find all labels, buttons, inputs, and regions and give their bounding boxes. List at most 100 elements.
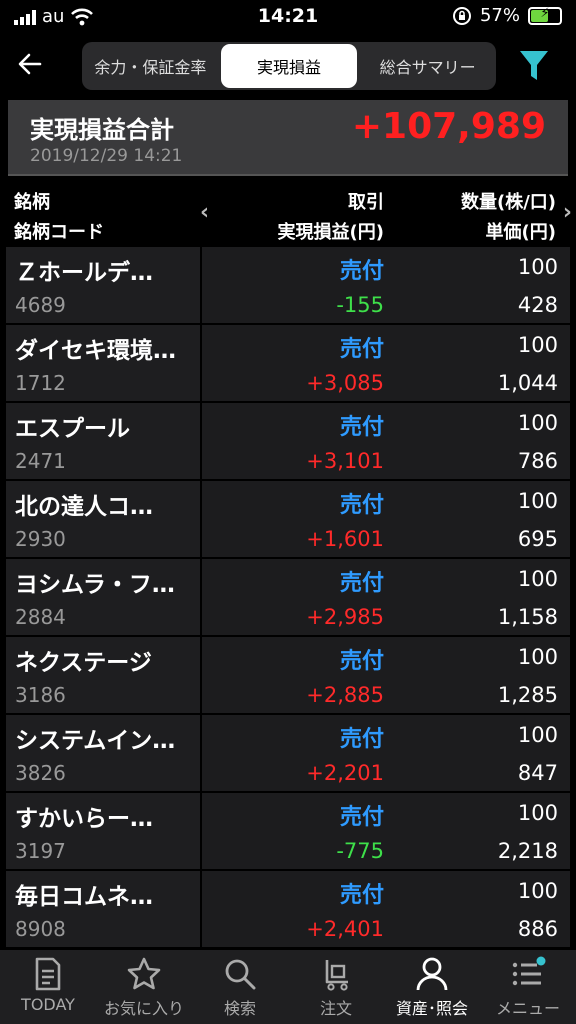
table-row[interactable]: ヨシムラ・フ… 2884 売付 +2,985 100 1,158	[6, 559, 570, 637]
quantity: 100	[517, 333, 558, 357]
status-right: 57% ⚡	[452, 5, 562, 26]
nav-label: メニュー	[495, 999, 560, 1018]
person-icon	[416, 957, 448, 991]
stock-name: ヨシムラ・フ…	[15, 572, 175, 598]
unit-price: 886	[517, 917, 558, 941]
table-row[interactable]: ダイセキ環境… 1712 売付 +3,085 100 1,044	[6, 325, 570, 403]
nav-today[interactable]: TODAY	[0, 950, 96, 1024]
col-name: 銘柄	[14, 192, 50, 213]
realized-pl: +2,401	[306, 917, 384, 941]
col-trade: 取引	[348, 192, 384, 213]
trade-side: 売付	[339, 337, 384, 362]
trade-side: 売付	[339, 805, 384, 830]
quantity: 100	[517, 645, 558, 669]
quantity: 100	[517, 879, 558, 903]
quantity: 100	[517, 489, 558, 513]
stock-name: ダイセキ環境…	[15, 338, 176, 364]
nav-label: 注文	[319, 999, 352, 1018]
bottom-nav: TODAY お気に入り 検索 注文 資産･照会 メニュー	[0, 950, 576, 1024]
table-row[interactable]: 毎日コムネ… 8908 売付 +2,401 100 886	[6, 871, 570, 949]
trade-side: 売付	[339, 415, 384, 440]
document-icon	[35, 957, 61, 991]
filter-icon	[520, 51, 548, 80]
nav-label: お気に入り	[103, 999, 184, 1018]
stock-code: 1712	[15, 371, 66, 395]
back-arrow-icon	[18, 53, 42, 75]
chevron-right-icon[interactable]: ›	[563, 200, 572, 225]
table-row[interactable]: すかいらー… 3197 売付 -775 100 2,218	[6, 793, 570, 871]
summary-panel: 実現損益合計 2019/12/29 14:21 +107,989	[8, 100, 568, 176]
stock-code: 2930	[15, 527, 66, 551]
unit-price: 1,158	[497, 605, 558, 629]
tab-realized-pl[interactable]: 実現損益	[220, 44, 358, 88]
table-row[interactable]: 北の達人コ… 2930 売付 +1,601 100 695	[6, 481, 570, 559]
stock-code: 3826	[15, 761, 66, 785]
star-icon	[127, 957, 161, 990]
nav-favorites[interactable]: お気に入り	[96, 950, 192, 1024]
header: 余力・保証金率 実現損益 総合サマリー	[0, 38, 576, 94]
stock-code: 2884	[15, 605, 66, 629]
pl-table: Ｚホールデ… 4689 売付 -155 100 428 ダイセキ環境… 1712…	[6, 247, 570, 949]
trade-side: 売付	[339, 571, 384, 596]
stock-code: 2471	[15, 449, 66, 473]
battery-percent: 57%	[479, 5, 520, 26]
quantity: 100	[517, 255, 558, 279]
unit-price: 428	[517, 293, 558, 317]
stock-name: エスプール	[15, 416, 130, 442]
rotation-lock-icon	[452, 6, 471, 25]
menu-icon	[512, 956, 546, 986]
nav-label: TODAY	[21, 995, 75, 1014]
quantity: 100	[517, 801, 558, 825]
trade-side: 売付	[339, 259, 384, 284]
stock-code: 3197	[15, 839, 66, 863]
col-price: 単価(円)	[485, 222, 556, 243]
col-pl: 実現損益(円)	[277, 222, 384, 243]
nav-label: 検索	[223, 999, 256, 1018]
stock-code: 3186	[15, 683, 66, 707]
tab-margin[interactable]: 余力・保証金率	[82, 44, 219, 88]
nav-menu[interactable]: メニュー	[480, 950, 576, 1024]
stock-name: 北の達人コ…	[15, 494, 153, 520]
stock-name: すかいらー…	[15, 806, 153, 832]
realized-pl: +2,201	[306, 761, 384, 785]
quantity: 100	[517, 723, 558, 747]
realized-pl: +2,885	[306, 683, 384, 707]
unit-price: 847	[517, 761, 558, 785]
trade-side: 売付	[339, 883, 384, 908]
nav-order[interactable]: 注文	[288, 950, 384, 1024]
quantity: 100	[517, 411, 558, 435]
col-code: 銘柄コード	[14, 222, 104, 243]
trade-side: 売付	[339, 649, 384, 674]
back-button[interactable]	[14, 48, 50, 84]
table-row[interactable]: Ｚホールデ… 4689 売付 -155 100 428	[6, 247, 570, 325]
stock-code: 4689	[15, 293, 66, 317]
unit-price: 786	[517, 449, 558, 473]
unit-price: 2,218	[497, 839, 558, 863]
table-row[interactable]: システムイン… 3826 売付 +2,201 100 847	[6, 715, 570, 793]
status-bar: au 14:21 57% ⚡	[0, 0, 576, 34]
cart-icon	[325, 960, 348, 991]
tab-summary[interactable]: 総合サマリー	[359, 44, 496, 88]
chevron-left-icon[interactable]: ‹	[200, 200, 209, 225]
realized-pl: +2,985	[306, 605, 384, 629]
summary-date: 2019/12/29 14:21	[30, 146, 183, 166]
realized-pl: +3,101	[306, 449, 384, 473]
table-row[interactable]: エスプール 2471 売付 +3,101 100 786	[6, 403, 570, 481]
nav-search[interactable]: 検索	[192, 950, 288, 1024]
stock-name: Ｚホールデ…	[15, 260, 153, 286]
nav-label: 資産･照会	[395, 999, 468, 1018]
col-qty: 数量(株/口)	[460, 192, 556, 213]
realized-pl: +1,601	[306, 527, 384, 551]
quantity: 100	[517, 567, 558, 591]
trade-side: 売付	[339, 727, 384, 752]
nav-assets[interactable]: 資産･照会	[384, 950, 480, 1024]
filter-button[interactable]	[518, 48, 554, 84]
unit-price: 1,044	[497, 371, 558, 395]
table-row[interactable]: ネクステージ 3186 売付 +2,885 100 1,285	[6, 637, 570, 715]
battery-icon: ⚡	[528, 6, 562, 25]
unit-price: 1,285	[497, 683, 558, 707]
stock-name: システムイン…	[15, 728, 176, 754]
stock-code: 8908	[15, 917, 66, 941]
stock-name: ネクステージ	[15, 650, 152, 676]
realized-pl: -155	[336, 293, 384, 317]
